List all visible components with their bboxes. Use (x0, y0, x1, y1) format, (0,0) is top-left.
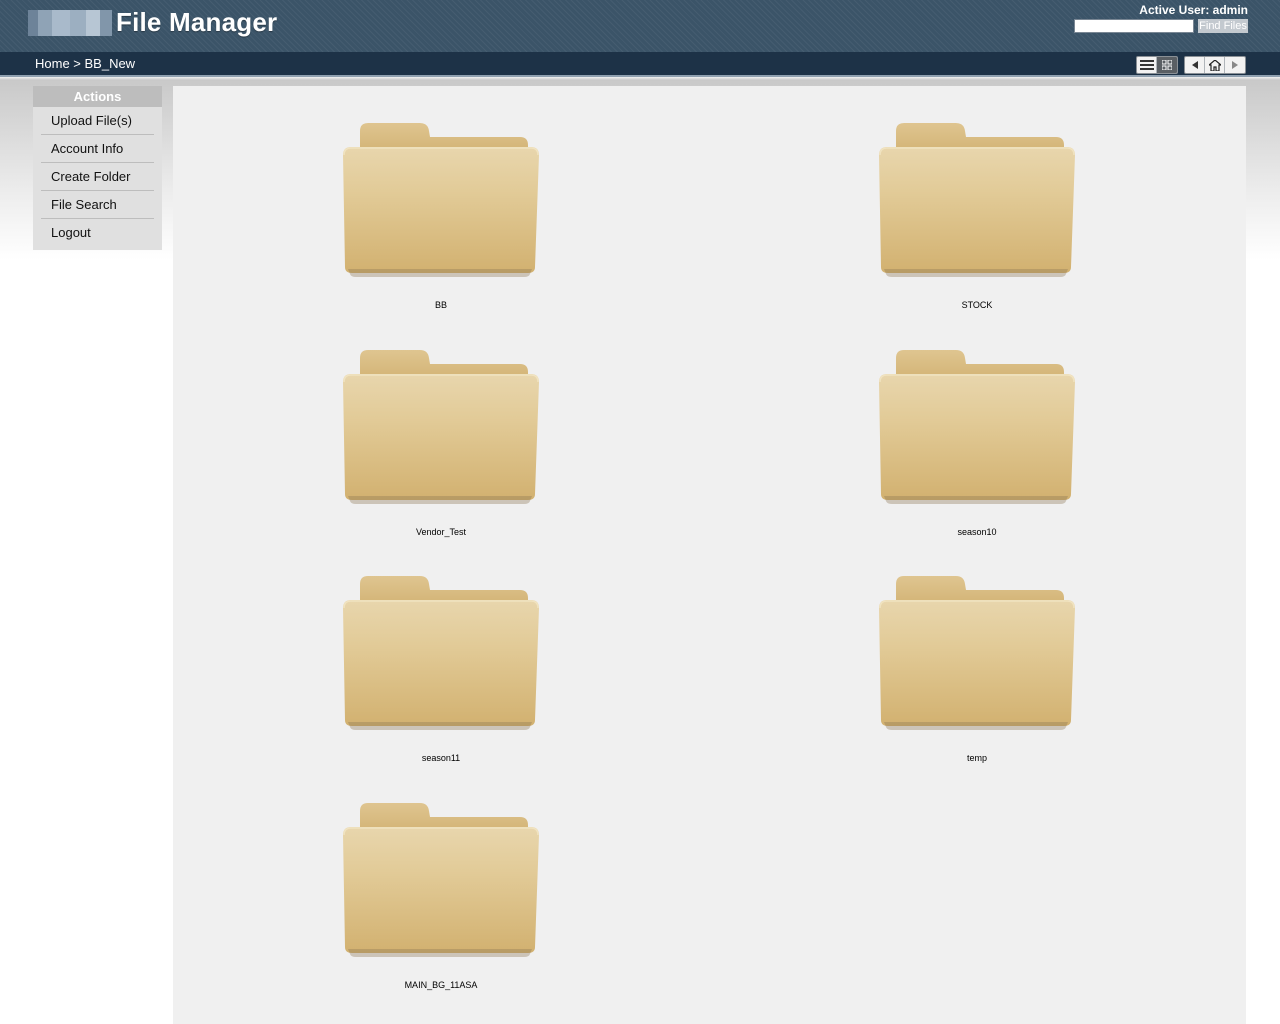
folder-item[interactable]: temp (867, 544, 1087, 763)
folder-name: season11 (421, 753, 461, 763)
actions-sidebar: Actions Upload File(s) Account Info Crea… (33, 86, 162, 250)
back-button[interactable] (1185, 57, 1205, 73)
forward-arrow-icon (1232, 61, 1238, 69)
navigation-group (1184, 56, 1246, 74)
folder-icon (342, 122, 540, 278)
breadcrumb[interactable]: Home > BB_New (35, 56, 135, 71)
sidebar-header: Actions (33, 86, 162, 107)
folder-item[interactable]: Vendor_Test (331, 318, 551, 537)
account-info-link[interactable]: Account Info (41, 135, 154, 163)
folder-grid: BB STOCK Vendor_Test season10 season11 t… (173, 86, 1246, 1024)
view-toggle-group (1136, 56, 1178, 74)
folder-icon (878, 349, 1076, 505)
folder-name: BB (434, 300, 447, 310)
home-icon (1208, 59, 1221, 71)
logout-link[interactable]: Logout (41, 219, 154, 246)
folder-item[interactable]: STOCK (867, 91, 1087, 310)
folder-name: season10 (957, 527, 997, 537)
folder-icon (342, 802, 540, 958)
list-view-button[interactable] (1137, 57, 1157, 73)
folder-name: STOCK (961, 300, 993, 310)
folder-icon (342, 349, 540, 505)
find-files-button[interactable]: Find Files (1198, 19, 1248, 33)
folder-name: Vendor_Test (415, 527, 467, 537)
back-arrow-icon (1191, 61, 1198, 69)
active-user-label: Active User: admin (1139, 3, 1248, 17)
folder-item[interactable]: season10 (867, 318, 1087, 537)
list-view-icon (1139, 60, 1154, 70)
create-folder-link[interactable]: Create Folder (41, 163, 154, 191)
folder-icon (878, 122, 1076, 278)
home-button[interactable] (1205, 57, 1225, 73)
folder-name: MAIN_BG_11ASA (404, 980, 478, 990)
folder-item[interactable]: BB (331, 91, 551, 310)
folder-name: temp (966, 753, 987, 763)
icon-view-icon (1162, 60, 1172, 70)
forward-button[interactable] (1225, 57, 1245, 73)
folder-item[interactable]: season11 (331, 544, 551, 763)
navbar: Home > BB_New (0, 52, 1280, 77)
app-header: File Manager Active User: admin Find Fil… (0, 0, 1280, 52)
folder-icon (342, 575, 540, 731)
logo (28, 10, 112, 36)
file-search-input[interactable] (1074, 19, 1194, 33)
folder-icon (878, 575, 1076, 731)
file-search-link[interactable]: File Search (41, 191, 154, 219)
app-title: File Manager (116, 7, 278, 37)
folder-item[interactable]: MAIN_BG_11ASA (331, 771, 551, 990)
upload-files-link[interactable]: Upload File(s) (41, 107, 154, 135)
icon-view-button[interactable] (1157, 57, 1177, 73)
